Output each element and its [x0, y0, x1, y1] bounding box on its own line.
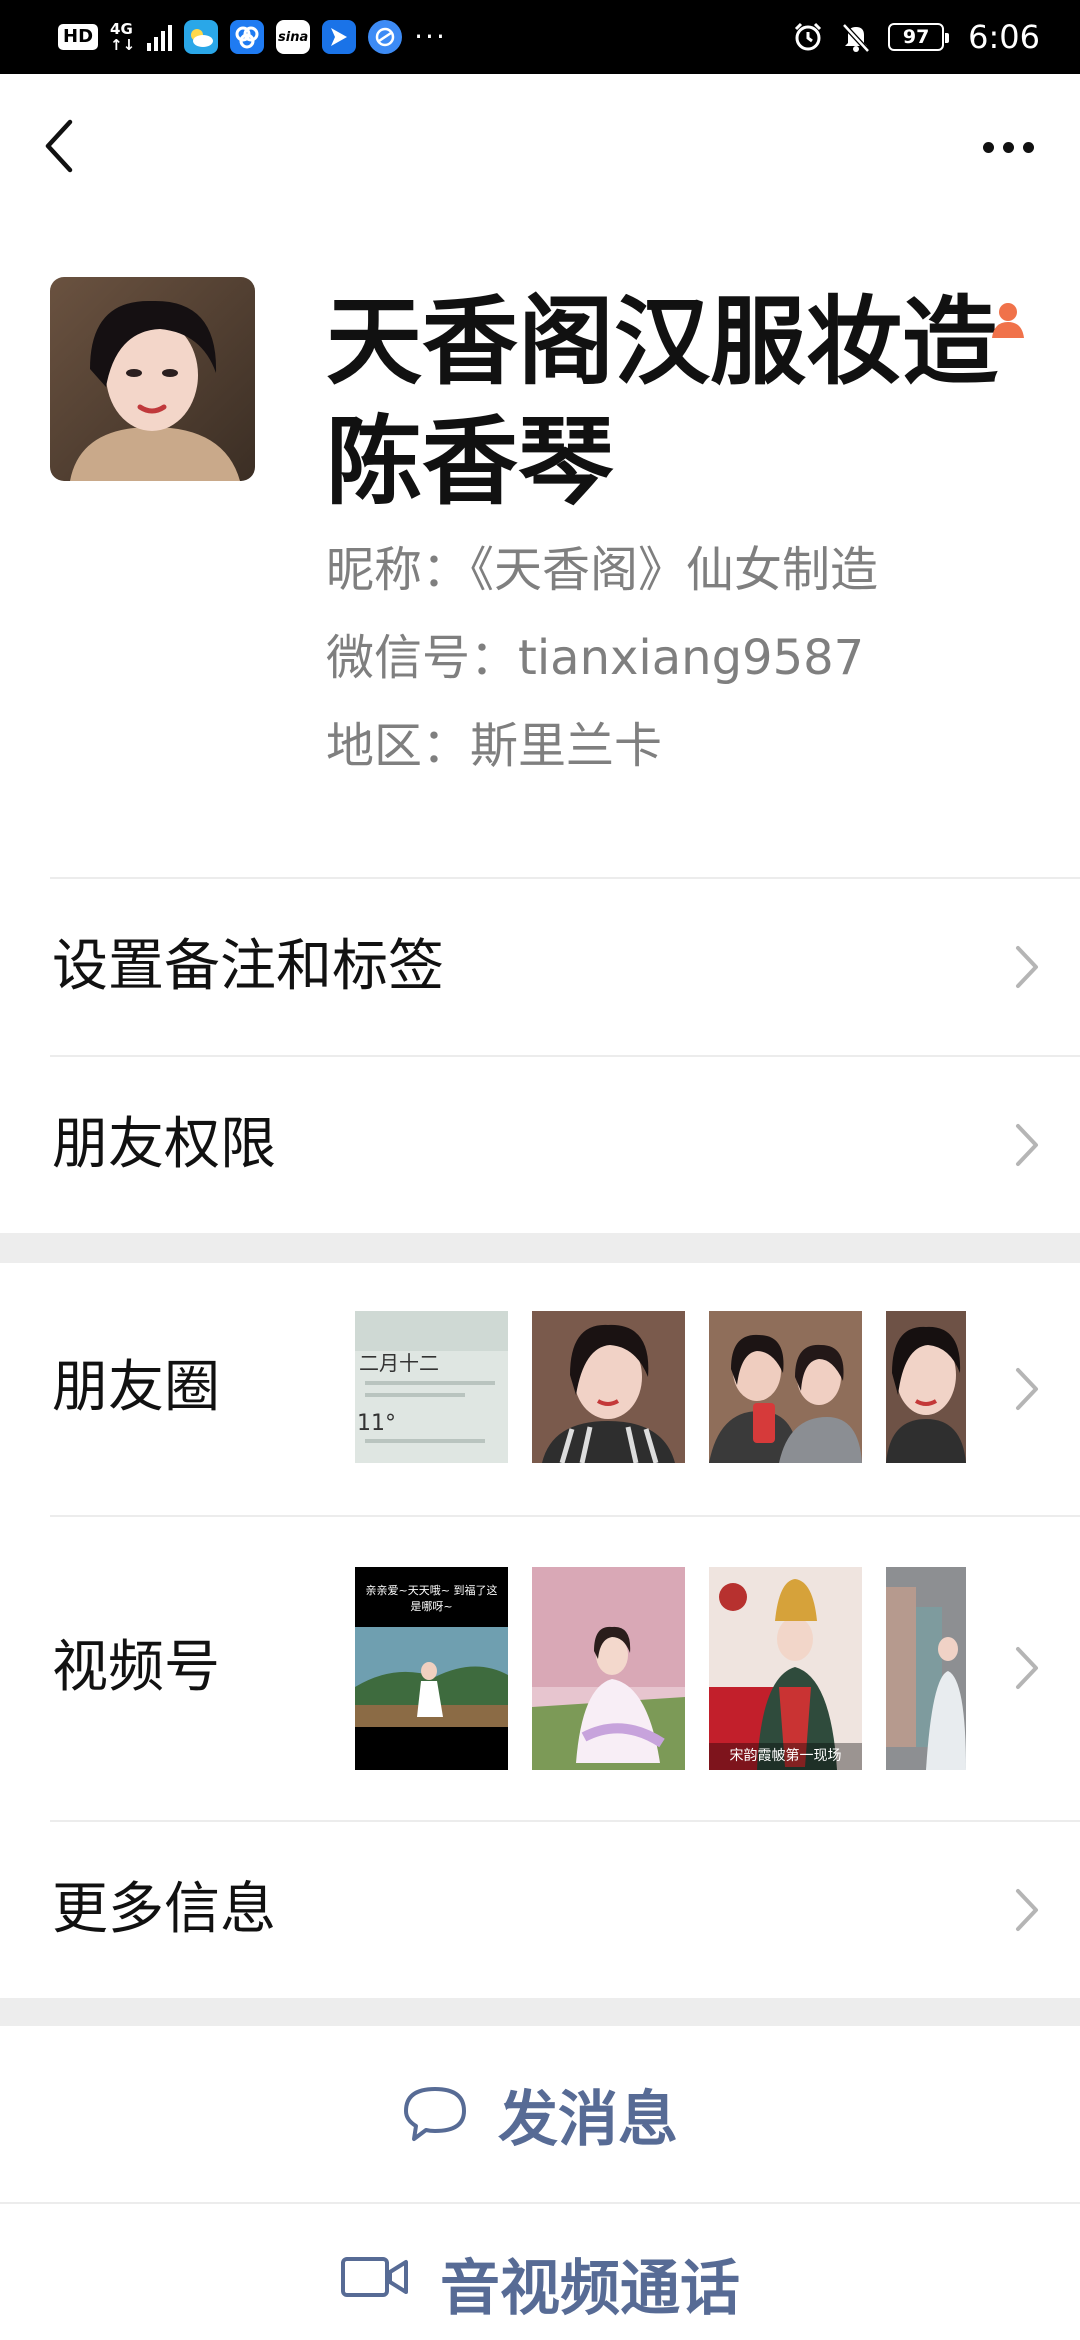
browser-icon [368, 20, 403, 54]
moments-thumbnail: 二月十二 11° [355, 1311, 508, 1463]
clock: 6:06 [968, 18, 1040, 56]
region: 地区：斯里兰卡 [326, 718, 663, 774]
chevron-right-icon [1016, 1368, 1038, 1410]
notification-overflow: ··· [414, 20, 447, 53]
hd-indicator: HD [58, 24, 99, 50]
section-gap [0, 1233, 1080, 1263]
send-message-button[interactable]: 发消息 [0, 2026, 1080, 2202]
channel-1-caption: 亲亲爱~天天哦~ 到福了这是哪呀~ [365, 1584, 498, 1613]
row-friend-permission-label: 朋友权限 [52, 1112, 276, 1177]
person-badge-icon [992, 303, 1024, 338]
battery-level: 97 [902, 26, 930, 48]
contact-name: 天香阁汉服妆造陈香琴 [326, 286, 998, 518]
network-activity: ↑↓ [110, 36, 136, 54]
moments-thumbnail [886, 1311, 966, 1463]
channel-thumbnail [886, 1567, 966, 1770]
chevron-right-icon [1016, 1889, 1038, 1931]
channel-3-caption: 宋韵霞帔第一现场 [729, 1748, 842, 1764]
channel-thumbnail: 宋韵霞帔第一现场 [709, 1567, 862, 1770]
back-arrow-icon[interactable] [40, 116, 80, 176]
row-more-info-label: 更多信息 [52, 1877, 276, 1942]
row-remark-tags-label: 设置备注和标签 [52, 934, 444, 999]
message-arrow-icon [322, 20, 357, 54]
network-type: 4G [110, 20, 133, 38]
row-channels[interactable]: 视频号 亲亲爱~天天哦~ 到福了这是哪呀~ 宋韵霞帔第一现场 [0, 1517, 1080, 1820]
battery-icon: 97 [888, 23, 950, 51]
video-camera-icon [341, 2257, 408, 2297]
section-gap [0, 1998, 1080, 2026]
channel-thumbnail: 亲亲爱~天天哦~ 到福了这是哪呀~ [355, 1567, 508, 1770]
chat-bubble-icon [404, 2087, 466, 2141]
avatar[interactable] [50, 277, 255, 481]
row-channels-label: 视频号 [52, 1635, 220, 1700]
video-call-button[interactable]: 音视频通话 [0, 2204, 1080, 2340]
moments-thumbnail [709, 1311, 862, 1463]
mute-bell-icon [842, 23, 870, 53]
send-message-label: 发消息 [498, 2084, 678, 2155]
row-friend-permission[interactable]: 朋友权限 [0, 1057, 1080, 1233]
nav-bar [0, 74, 1080, 226]
moments-weather-date: 二月十二 [359, 1351, 439, 1375]
chevron-right-icon [1016, 946, 1038, 988]
chevron-right-icon [1016, 1124, 1038, 1166]
nickname: 昵称：《天香阁》仙女制造 [326, 542, 879, 598]
moments-thumbnail [532, 1311, 685, 1463]
status-bar: HD 4G ↑↓ sina ··· 97 6:06 [0, 0, 1080, 74]
sina-label: sina [278, 29, 309, 45]
weather-icon [184, 20, 219, 54]
row-more-info[interactable]: 更多信息 [0, 1822, 1080, 1998]
ring-app-icon [230, 20, 265, 54]
signal-icon [147, 23, 173, 51]
row-moments-label: 朋友圈 [52, 1355, 220, 1420]
moments-weather-temp: 11° [357, 1411, 396, 1436]
sina-icon: sina [276, 20, 311, 54]
channel-thumbnail [532, 1567, 685, 1770]
wechat-id: 微信号：tianxiang9587 [326, 630, 865, 686]
chevron-right-icon [1016, 1647, 1038, 1689]
network-indicator: 4G ↑↓ [110, 21, 135, 53]
row-remark-tags[interactable]: 设置备注和标签 [0, 879, 1080, 1055]
row-moments[interactable]: 朋友圈 二月十二 11° [0, 1263, 1080, 1515]
more-options-icon[interactable] [976, 132, 1040, 162]
alarm-icon [795, 22, 822, 51]
video-call-label: 音视频通话 [440, 2254, 740, 2324]
